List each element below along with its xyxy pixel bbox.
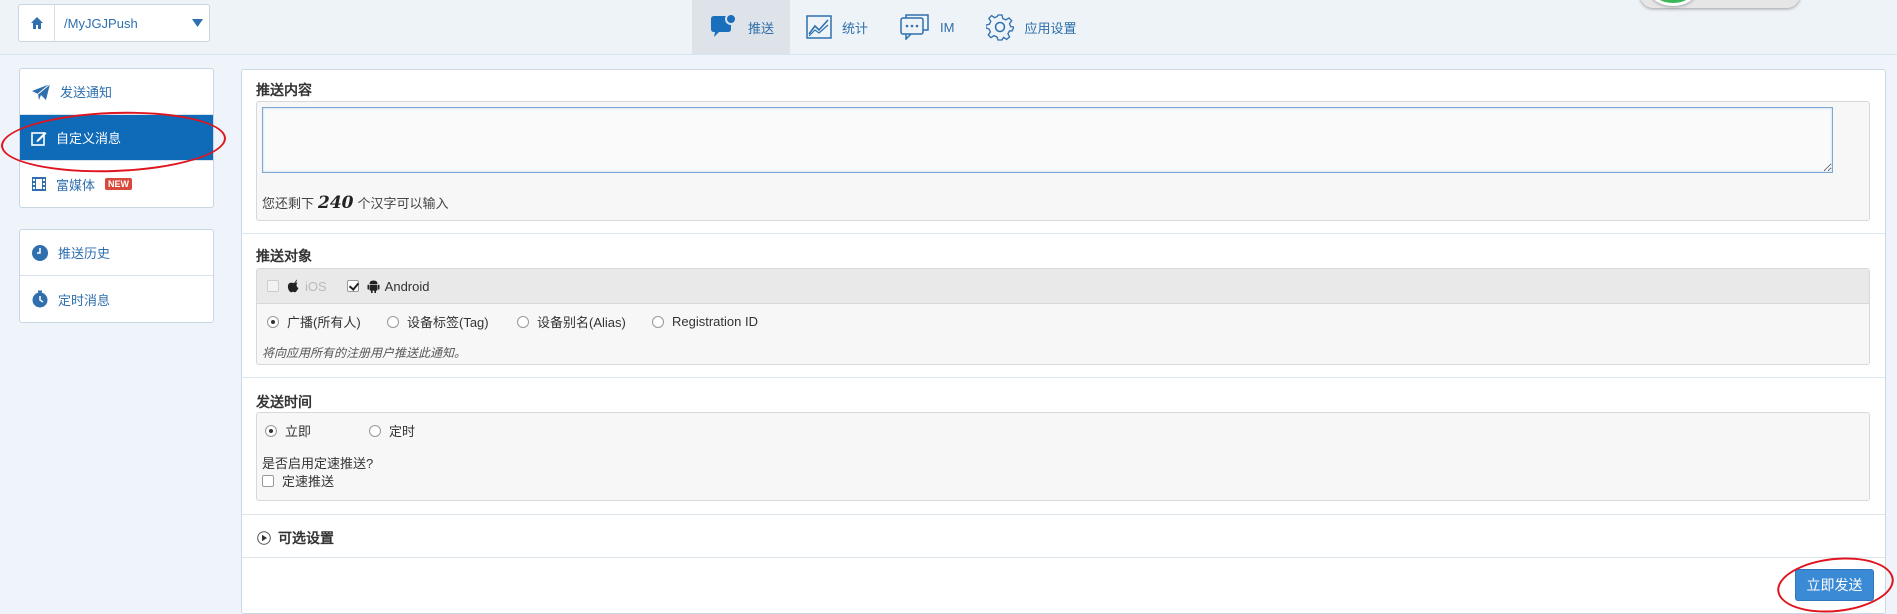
tab-push-label: 推送 [748, 20, 775, 36]
time-immediate[interactable]: 立即 [265, 421, 369, 440]
rate-question: 是否启用定速推送? [262, 456, 374, 471]
rate-option[interactable]: 定速推送 [262, 471, 334, 490]
new-badge: NEW [105, 178, 133, 190]
main-panel: 推送内容 您还剩下 240 个汉字可以输入 推送对象 iOS Android 广… [241, 69, 1886, 614]
section-title: 发送时间 [256, 394, 312, 410]
sidebar-item-send-notification[interactable]: 发送通知 [20, 69, 213, 115]
edit-icon [31, 131, 47, 146]
audience-alias[interactable]: 设备别名(Alias) [517, 312, 652, 331]
im-icon [900, 14, 929, 40]
audience-label: 设备标签(Tag) [407, 315, 489, 330]
rate-checkbox[interactable] [262, 474, 274, 487]
top-bar: /MyJGJPush 推送 统计 IM 应用设置 [0, 0, 1897, 55]
paper-plane-icon [32, 83, 51, 100]
target-box: iOS Android 广播(所有人) 设备标签(Tag) 设备别名(Alias… [256, 268, 1870, 365]
send-now-button[interactable]: 立即发送 [1795, 569, 1874, 601]
sidebar-item-label: 定时消息 [58, 292, 111, 308]
chevron-down-icon[interactable] [185, 19, 209, 27]
remaining-count-text: 您还剩下 240 个汉字可以输入 [262, 193, 449, 213]
film-icon [32, 177, 46, 191]
tab-im-label: IM [940, 19, 955, 35]
app-name: /MyJGJPush [64, 15, 138, 31]
sidebar-group-history: 推送历史 定时消息 [19, 229, 214, 323]
apple-icon [287, 279, 299, 293]
chart-icon [806, 15, 832, 39]
toggle-knob [1650, 0, 1696, 6]
alias-radio[interactable] [517, 315, 529, 328]
tab-stats[interactable]: 统计 [790, 0, 884, 54]
section-title: 推送内容 [256, 82, 312, 98]
audience-label: 设备别名(Alias) [537, 315, 626, 330]
section-title: 推送对象 [256, 248, 312, 264]
time-scheduled[interactable]: 定时 [369, 421, 415, 440]
android-label: Android [384, 278, 430, 294]
clock-icon [32, 244, 48, 261]
platform-ios[interactable]: iOS [267, 279, 327, 294]
optional-settings-label: 可选设置 [278, 530, 334, 546]
remaining-prefix: 您还剩下 [262, 196, 315, 211]
sidebar-item-custom-message[interactable]: 自定义消息 [20, 115, 213, 161]
registration-id-radio[interactable] [652, 315, 664, 328]
rate-label: 定速推送 [282, 474, 335, 489]
sidebar-item-label: 推送历史 [58, 246, 111, 261]
section-send-time: 发送时间 立即 定时 是否启用定速推送? 定速推送 [242, 378, 1885, 515]
section-push-content: 推送内容 您还剩下 240 个汉字可以输入 [242, 70, 1885, 234]
audience-registration-id[interactable]: Registration ID [652, 312, 758, 331]
time-option-label: 定时 [389, 424, 416, 439]
audience-tag[interactable]: 设备标签(Tag) [387, 312, 517, 331]
sidebar-item-push-history[interactable]: 推送历史 [20, 230, 213, 276]
expand-arrow-icon [257, 531, 271, 545]
time-options: 立即 定时 [265, 421, 415, 440]
audience-label: Registration ID [672, 314, 758, 329]
scheduled-radio[interactable] [369, 424, 381, 437]
platform-android[interactable]: Android [346, 278, 430, 294]
home-icon[interactable] [19, 5, 55, 41]
status-toggle[interactable] [1640, 0, 1800, 8]
gear-icon [986, 14, 1015, 41]
tab-app-settings[interactable]: 应用设置 [970, 0, 1092, 54]
tab-im[interactable]: IM [884, 0, 970, 54]
ios-checkbox[interactable] [267, 280, 279, 292]
sidebar-item-scheduled[interactable]: 定时消息 [20, 276, 213, 322]
audience-options: 广播(所有人) 设备标签(Tag) 设备别名(Alias) Registrati… [267, 312, 758, 331]
section-optional: 可选设置 [242, 515, 1885, 558]
tab-app-settings-label: 应用设置 [1024, 20, 1077, 36]
platform-row: iOS Android [257, 269, 1869, 304]
optional-settings-toggle[interactable]: 可选设置 [257, 528, 334, 548]
push-content-textarea[interactable] [262, 107, 1833, 173]
remaining-count: 240 [318, 193, 354, 213]
tag-radio[interactable] [387, 315, 399, 328]
time-box: 立即 定时 是否启用定速推送? 定速推送 [256, 412, 1870, 501]
chat-bubble-icon [711, 13, 737, 37]
audience-label: 广播(所有人) [287, 315, 361, 330]
tab-push[interactable]: 推送 [692, 0, 791, 54]
audience-broadcast[interactable]: 广播(所有人) [267, 312, 387, 331]
sidebar-group-send: 发送通知 自定义消息 富媒体 NEW [19, 68, 214, 208]
remaining-suffix: 个汉字可以输入 [357, 196, 449, 211]
sidebar-item-label: 富媒体 [56, 177, 96, 193]
sidebar: 发送通知 自定义消息 富媒体 NEW 推送历史 定时消息 [19, 68, 214, 344]
time-option-label: 立即 [285, 424, 312, 439]
ios-label: iOS [305, 278, 327, 294]
sidebar-item-rich-media[interactable]: 富媒体 NEW [20, 161, 213, 207]
timer-icon [32, 290, 48, 308]
android-checkbox[interactable] [346, 280, 359, 292]
broadcast-radio[interactable] [267, 315, 279, 328]
section-push-target: 推送对象 iOS Android 广播(所有人) 设备标签(Tag) 设备别名(… [242, 234, 1885, 378]
sidebar-item-label: 发送通知 [60, 85, 113, 100]
top-nav: 推送 统计 IM 应用设置 [692, 0, 1093, 54]
app-selector[interactable]: /MyJGJPush [18, 4, 210, 42]
sidebar-item-label: 自定义消息 [56, 131, 122, 146]
android-icon [367, 280, 380, 293]
immediate-radio[interactable] [265, 424, 277, 437]
audience-hint: 将向应用所有的注册用户推送此通知。 [262, 346, 467, 360]
tab-stats-label: 统计 [842, 20, 869, 36]
